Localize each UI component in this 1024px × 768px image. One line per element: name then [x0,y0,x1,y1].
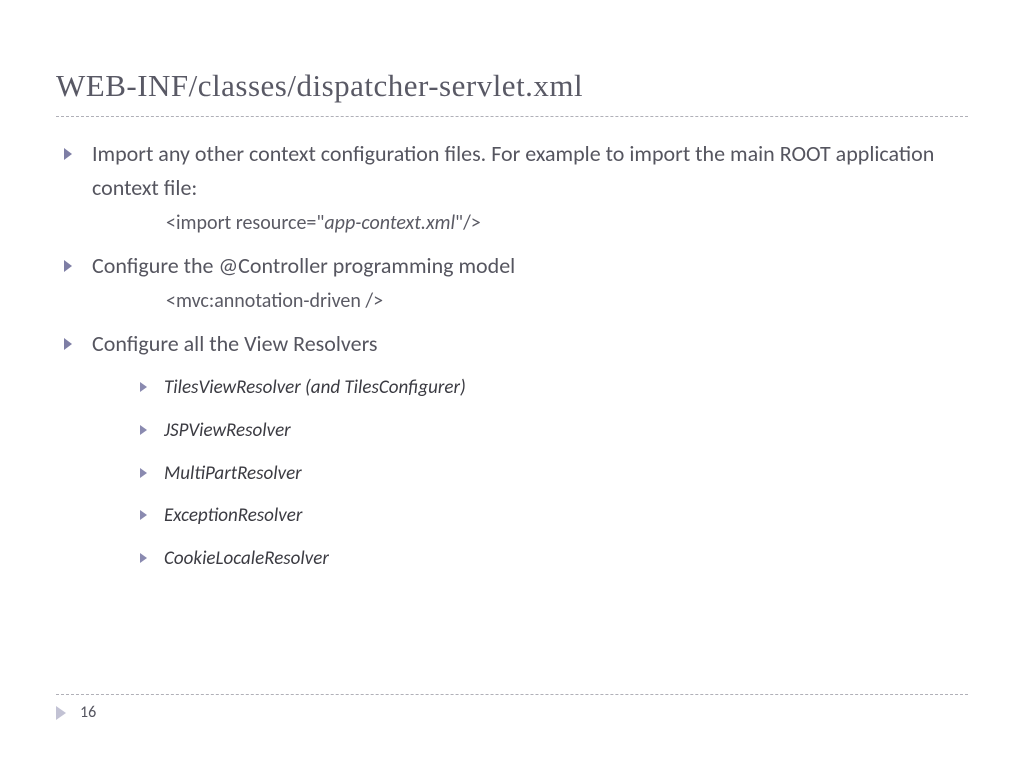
slide: WEB-INF/classes/dispatcher-servlet.xml I… [0,0,1024,768]
list-item-text: Import any other context configuration f… [92,140,934,201]
list-item-text: Configure all the View Resolvers [92,330,377,357]
sub-list-item: CookieLocaleResolver [134,546,968,573]
code-snippet: <import resource="app-context.xml"/> [56,211,968,235]
page-number: 16 [80,703,96,722]
code-italic: app-context.xml [324,211,455,235]
slide-footer: 16 [56,694,968,722]
sub-list-item: TilesViewResolver (and TilesConfigurer) [134,375,968,402]
sub-list-item: ExceptionResolver [134,503,968,530]
code-text: "/> [455,211,481,235]
list-item: Import any other context configuration f… [56,137,968,205]
code-text: <import resource=" [166,211,324,235]
sub-list-item: MultiPartResolver [134,461,968,488]
list-item-text: Configure the @Controller programming mo… [92,252,515,279]
page-title: WEB-INF/classes/dispatcher-servlet.xml [56,68,968,104]
footer-divider [56,694,968,695]
bullet-list: Import any other context configuration f… [56,137,968,572]
caret-right-icon [56,706,66,720]
title-divider [56,116,968,117]
list-item: Configure the @Controller programming mo… [56,249,968,283]
code-snippet: <mvc:annotation-driven /> [56,289,968,313]
footer-row: 16 [56,703,968,722]
list-item: Configure all the View Resolvers TilesVi… [56,327,968,572]
sub-list: TilesViewResolver (and TilesConfigurer) … [134,375,968,572]
sub-list-item: JSPViewResolver [134,418,968,445]
code-text: <mvc:annotation-driven /> [166,289,383,313]
